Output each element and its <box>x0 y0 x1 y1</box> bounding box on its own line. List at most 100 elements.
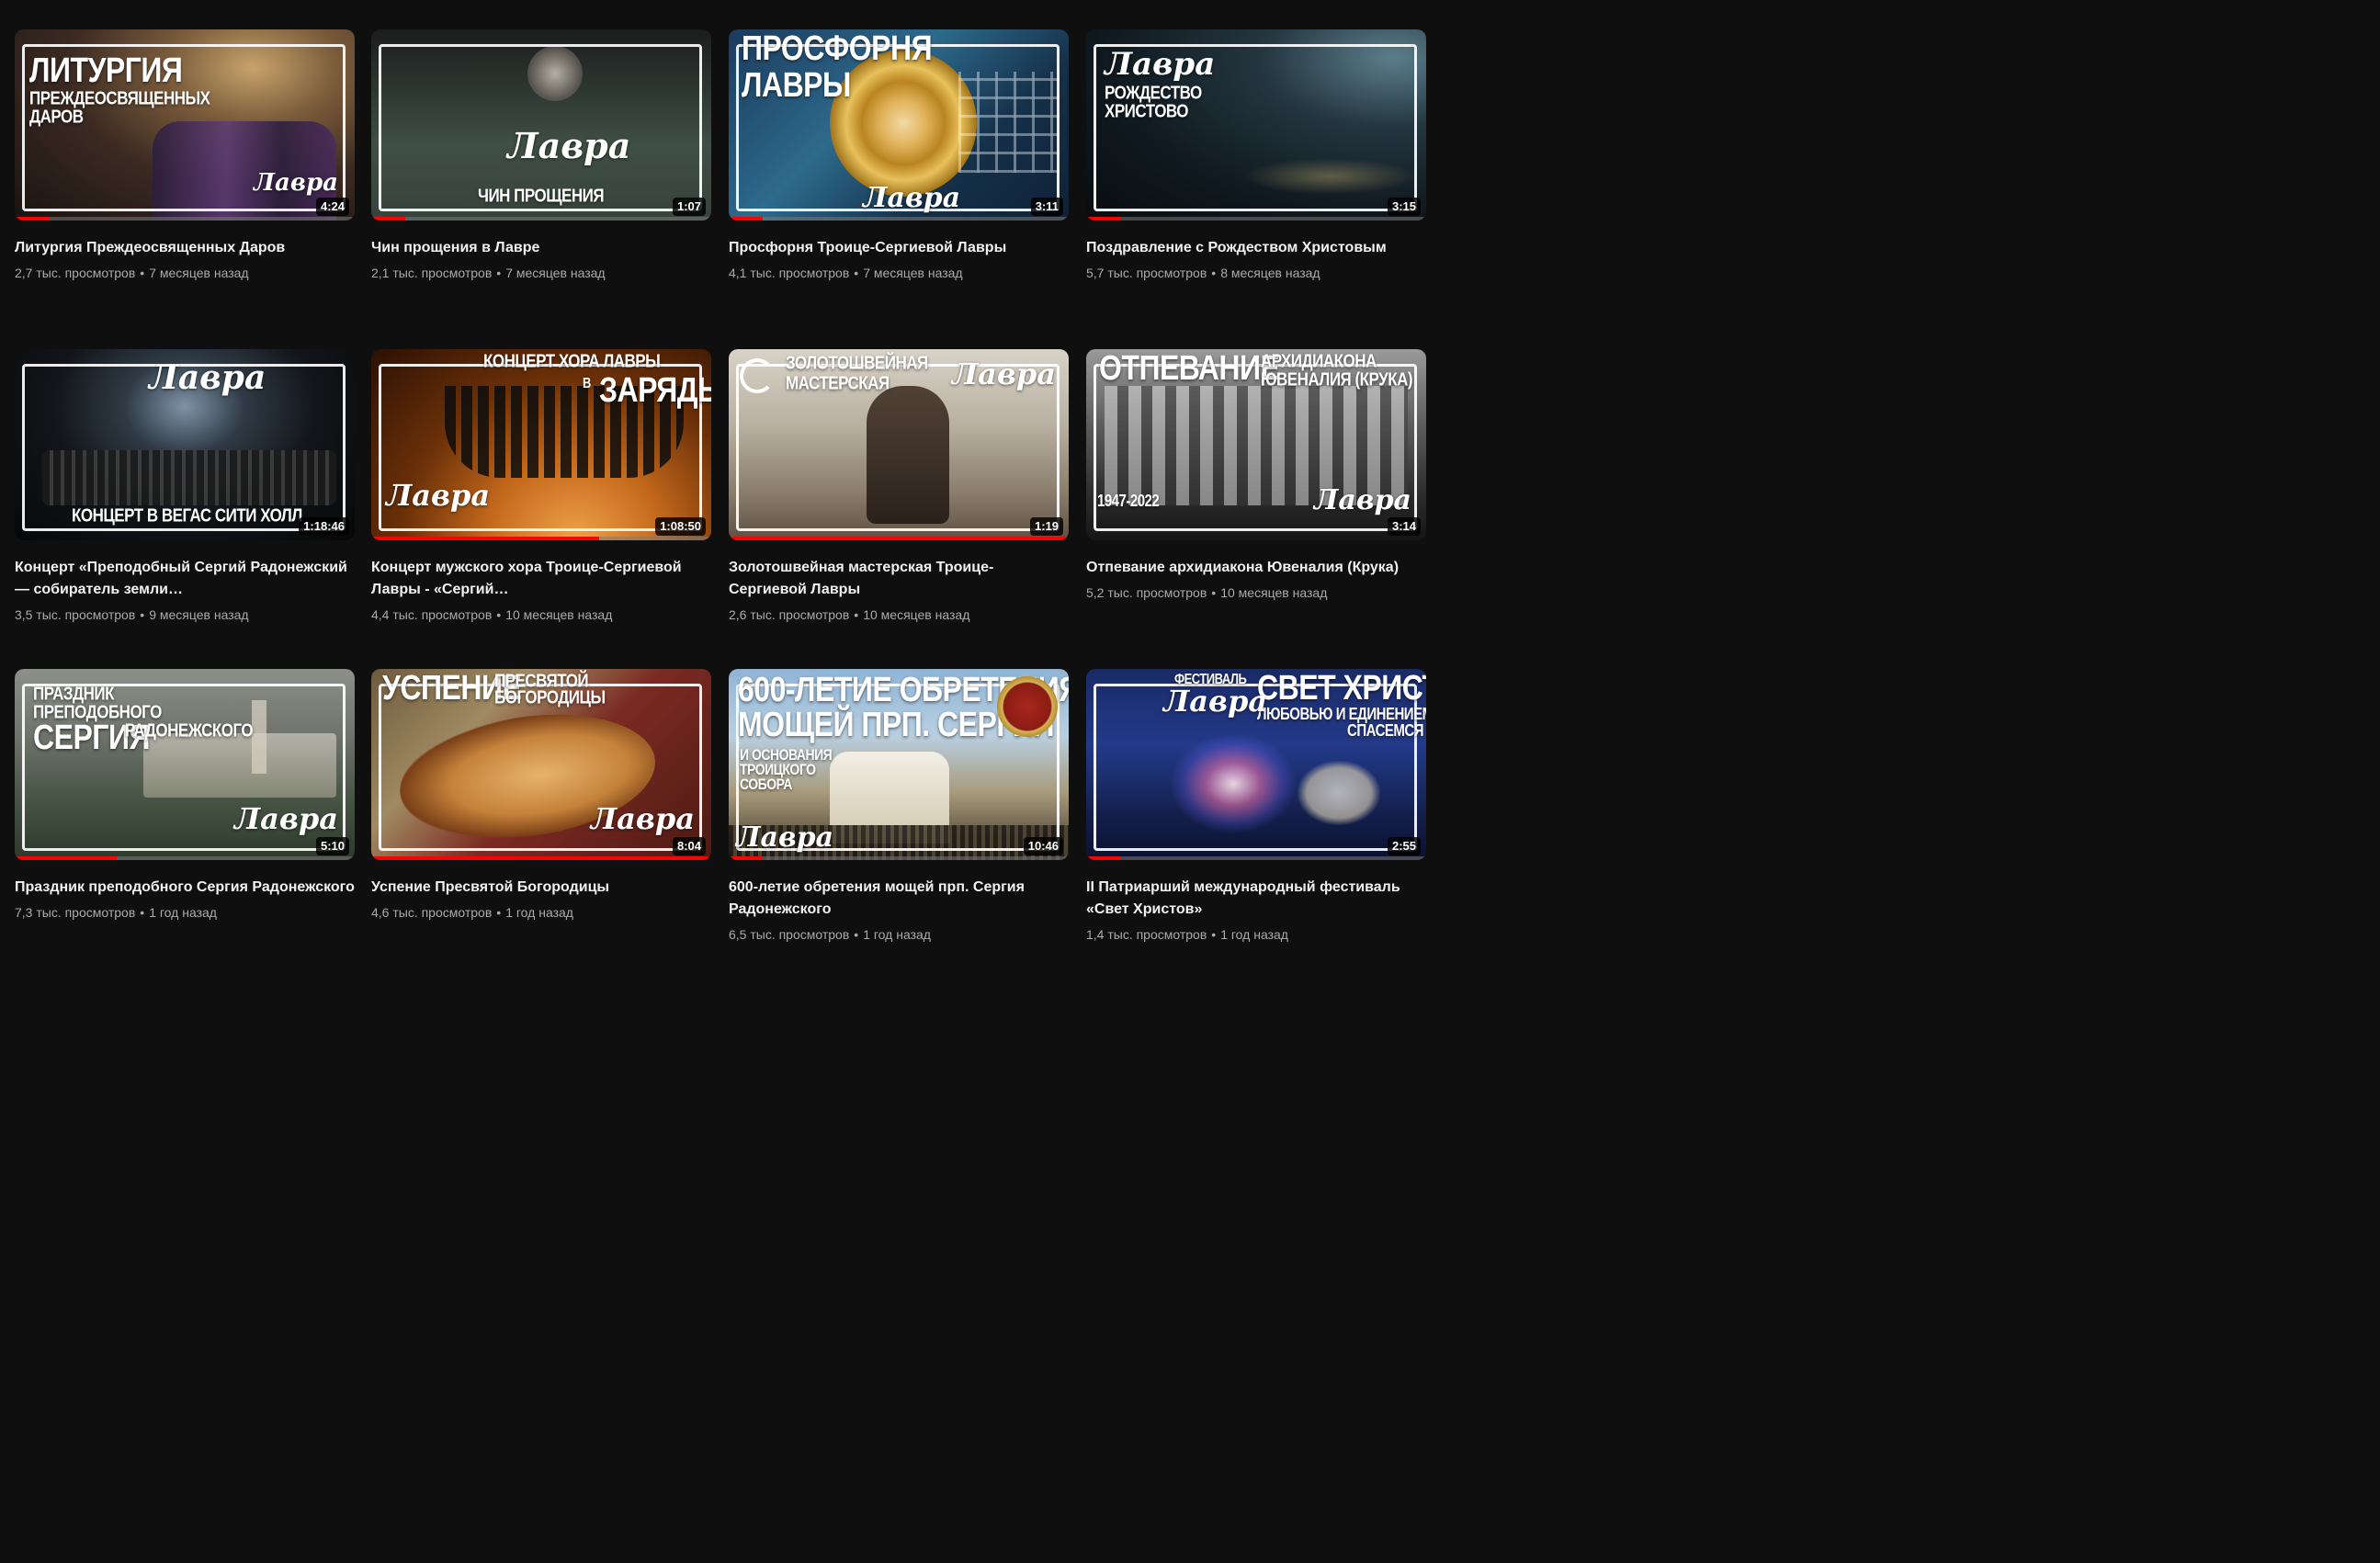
video-thumbnail[interactable]: Лавра КОНЦЕРТ В ВЕГАС СИТИ ХОЛЛ 1:18:46 <box>15 349 355 540</box>
video-title[interactable]: Чин прощения в Лавре <box>371 237 711 259</box>
thumbnail-title-line: РОЖДЕСТВО <box>1105 82 1202 104</box>
video-meta: 5,2 тыс. просмотров • 10 месяцев назад <box>1086 583 1426 602</box>
video-card[interactable]: ЗОЛОТОШВЕЙНАЯ МАСТЕРСКАЯ Лавра 1:19 Золо… <box>729 349 1069 624</box>
view-count: 2,6 тыс. просмотров <box>729 607 850 622</box>
watch-progress-fill <box>1086 856 1120 860</box>
swirl-icon <box>740 358 775 393</box>
lavra-logo: Лавра <box>590 801 695 836</box>
video-card[interactable]: 600-ЛЕТИЕ ОБРЕТЕНИЯ МОЩЕЙ ПРП. СЕРГИЯ И … <box>729 669 1069 944</box>
video-card[interactable]: ЛИТУРГИЯ ПРЕЖДЕОСВЯЩЕННЫХ ДАРОВ Лавра 4:… <box>15 29 355 282</box>
video-row: ЛИТУРГИЯ ПРЕЖДЕОСВЯЩЕННЫХ ДАРОВ Лавра 4:… <box>15 29 1426 349</box>
meta-separator: • <box>1211 585 1217 600</box>
video-title[interactable]: Праздник преподобного Сергия Радонежског… <box>15 877 355 899</box>
video-title[interactable]: Концерт «Преподобный Сергий Радонежский … <box>15 557 355 601</box>
meta-separator: • <box>1211 266 1217 280</box>
watch-progress-bar <box>729 537 1069 540</box>
thumbnail-title-line: ЗАРЯДЬЕ <box>599 369 711 410</box>
thumbnail-title-line: ЛАВРЫ <box>742 64 851 105</box>
video-thumbnail[interactable]: УСПЕНИЕ ПРЕСВЯТОЙ БОГОРОДИЦЫ Лавра 8:04 <box>371 669 711 860</box>
meta-separator: • <box>140 905 145 920</box>
watch-progress-bar <box>15 856 355 860</box>
video-duration: 2:55 <box>1387 837 1421 855</box>
video-card[interactable]: Лавра РОЖДЕСТВО ХРИСТОВО 3:15 Поздравлен… <box>1086 29 1426 282</box>
watch-progress-bar <box>371 217 711 221</box>
lavra-logo: Лавра <box>951 357 1056 391</box>
thumbnail-title-line: БОГОРОДИЦЫ <box>494 686 606 708</box>
video-card[interactable]: ПРОСФОРНЯ ЛАВРЫ Лавра 3:11 Просфорня Тро… <box>729 29 1069 282</box>
watch-progress-bar <box>371 537 711 540</box>
upload-age: 7 месяцев назад <box>863 266 963 280</box>
watch-progress-fill <box>371 856 711 860</box>
video-title[interactable]: Литургия Преждеосвященных Даров <box>15 237 355 259</box>
video-card[interactable]: Лавра КОНЦЕРТ В ВЕГАС СИТИ ХОЛЛ 1:18:46 … <box>15 349 355 624</box>
video-card[interactable]: ПРАЗДНИК ПРЕПОДОБНОГО СЕРГИЯ РАДОНЕЖСКОГ… <box>15 669 355 922</box>
meta-separator: • <box>140 266 145 280</box>
meta-separator: • <box>854 607 859 622</box>
video-title[interactable]: 600-летие обретения мощей прп. Сергия Ра… <box>729 877 1069 921</box>
video-title[interactable]: Концерт мужского хора Троице-Сергиевой Л… <box>371 557 711 601</box>
video-thumbnail[interactable]: ПРОСФОРНЯ ЛАВРЫ Лавра 3:11 <box>729 29 1069 221</box>
video-card[interactable]: КОНЦЕРТ ХОРА ЛАВРЫ В ЗАРЯДЬЕ Лавра 1:08:… <box>371 349 711 624</box>
watch-progress-bar <box>729 856 1069 860</box>
meta-separator: • <box>496 266 502 280</box>
meta-separator: • <box>496 607 502 622</box>
lavra-logo: Лавра <box>736 821 834 854</box>
lavra-logo: Лавра <box>233 801 338 836</box>
view-count: 4,4 тыс. просмотров <box>371 607 493 622</box>
meta-separator: • <box>854 927 859 942</box>
video-duration: 4:24 <box>315 198 349 216</box>
video-title[interactable]: II Патриарший международный фестиваль «С… <box>1086 877 1426 921</box>
thumbnail-title-line: ЛИТУРГИЯ <box>29 50 183 90</box>
lavra-logo: Лавра <box>1105 46 1216 83</box>
watch-progress-fill <box>729 217 763 221</box>
video-title[interactable]: Просфорня Троице-Сергиевой Лавры <box>729 237 1069 259</box>
video-thumbnail[interactable]: ОТПЕВАНИЕ АРХИДИАКОНА ЮВЕНАЛИЯ (КРУКА) 1… <box>1086 349 1426 540</box>
thumbnail-title-line: ОТПЕВАНИЕ <box>1099 349 1280 388</box>
video-meta: 6,5 тыс. просмотров • 1 год назад <box>729 925 1069 944</box>
video-card[interactable]: ОТПЕВАНИЕ АРХИДИАКОНА ЮВЕНАЛИЯ (КРУКА) 1… <box>1086 349 1426 602</box>
video-thumbnail[interactable]: ПРАЗДНИК ПРЕПОДОБНОГО СЕРГИЯ РАДОНЕЖСКОГ… <box>15 669 355 860</box>
thumbnail-title-line: СОБОРА <box>740 775 792 793</box>
video-thumbnail[interactable]: ЗОЛОТОШВЕЙНАЯ МАСТЕРСКАЯ Лавра 1:19 <box>729 349 1069 540</box>
view-count: 4,6 тыс. просмотров <box>371 905 493 920</box>
video-meta: 4,1 тыс. просмотров • 7 месяцев назад <box>729 264 1069 282</box>
thumbnail-title-line: СПАСЕМСЯ <box>1347 721 1424 741</box>
video-meta: 2,1 тыс. просмотров • 7 месяцев назад <box>371 264 711 282</box>
thumbnail-title-line: 1947-2022 <box>1097 492 1160 511</box>
video-card[interactable]: ФЕСТИВАЛЬ СВЕТ ХРИСТОВ ЛЮБОВЬЮ И ЕДИНЕНИ… <box>1086 669 1426 944</box>
video-thumbnail[interactable]: КОНЦЕРТ ХОРА ЛАВРЫ В ЗАРЯДЬЕ Лавра 1:08:… <box>371 349 711 540</box>
video-meta: 4,4 тыс. просмотров • 10 месяцев назад <box>371 606 711 624</box>
video-title[interactable]: Поздравление с Рождеством Христовым <box>1086 237 1426 259</box>
watch-progress-bar <box>371 856 711 860</box>
video-title[interactable]: Успение Пресвятой Богородицы <box>371 877 711 899</box>
meta-separator: • <box>854 266 859 280</box>
lavra-logo: Лавра <box>386 478 491 513</box>
watch-progress-fill <box>1086 217 1120 221</box>
jubilee-emblem-icon <box>997 676 1058 737</box>
upload-age: 10 месяцев назад <box>505 607 613 622</box>
video-thumbnail[interactable]: 600-ЛЕТИЕ ОБРЕТЕНИЯ МОЩЕЙ ПРП. СЕРГИЯ И … <box>729 669 1069 860</box>
video-duration: 3:11 <box>1030 198 1063 216</box>
thumbnail-title-line: ДАРОВ <box>29 106 84 128</box>
video-card[interactable]: УСПЕНИЕ ПРЕСВЯТОЙ БОГОРОДИЦЫ Лавра 8:04 … <box>371 669 711 922</box>
video-card[interactable]: Лавра ЧИН ПРОЩЕНИЯ 1:07 Чин прощения в Л… <box>371 29 711 282</box>
watch-progress-bar <box>1086 217 1426 221</box>
view-count: 1,4 тыс. просмотров <box>1086 927 1207 942</box>
thumbnail-title-line: ПРАЗДНИК <box>33 683 114 705</box>
video-thumbnail[interactable]: Лавра РОЖДЕСТВО ХРИСТОВО 3:15 <box>1086 29 1426 221</box>
video-duration: 8:04 <box>672 837 706 855</box>
view-count: 3,5 тыс. просмотров <box>15 607 136 622</box>
video-duration: 3:14 <box>1387 517 1421 536</box>
video-thumbnail[interactable]: ФЕСТИВАЛЬ СВЕТ ХРИСТОВ ЛЮБОВЬЮ И ЕДИНЕНИ… <box>1086 669 1426 860</box>
video-title[interactable]: Отпевание архидиакона Ювеналия (Крука) <box>1086 557 1426 579</box>
video-duration: 1:08:50 <box>655 517 706 536</box>
thumbnail-title-line: ЛЮБОВЬЮ И ЕДИНЕНИЕМ <box>1257 705 1426 724</box>
thumbnail-title-line: МАСТЕРСКАЯ <box>786 372 890 394</box>
watch-progress-bar <box>15 217 355 221</box>
watch-progress-bar <box>15 537 355 540</box>
video-title[interactable]: Золотошвейная мастерская Троице-Сергиево… <box>729 557 1069 601</box>
lavra-logo: Лавра <box>1163 684 1268 719</box>
video-thumbnail[interactable]: Лавра ЧИН ПРОЩЕНИЯ 1:07 <box>371 29 711 221</box>
video-thumbnail[interactable]: ЛИТУРГИЯ ПРЕЖДЕОСВЯЩЕННЫХ ДАРОВ Лавра 4:… <box>15 29 355 221</box>
thumbnail-title-line: ЮВЕНАЛИЯ (КРУКА) <box>1261 368 1413 391</box>
